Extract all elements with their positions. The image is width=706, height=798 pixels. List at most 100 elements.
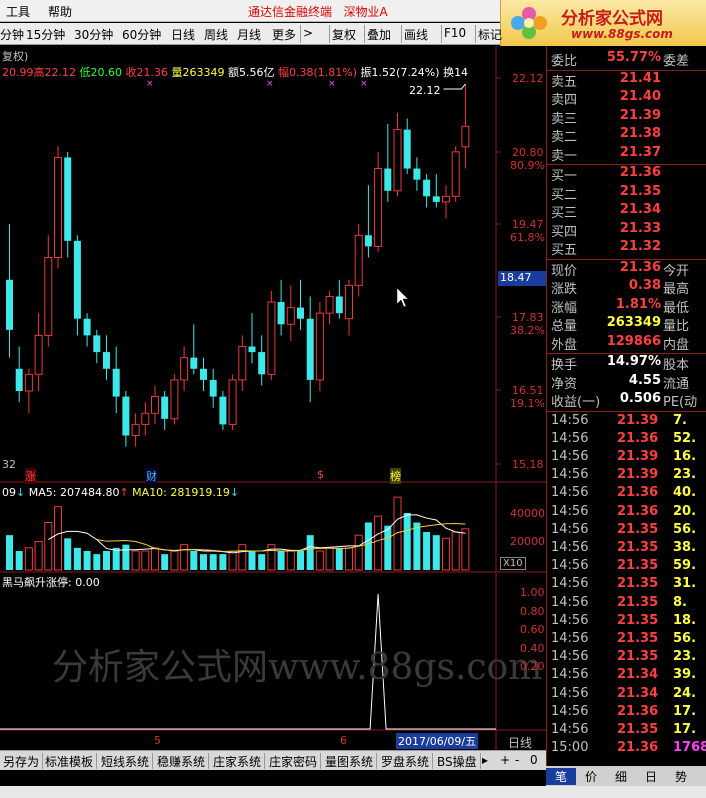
weibi-row-label: 委比 [551,54,578,69]
candle-body-up [442,195,450,203]
toolbar-separator [300,25,301,43]
template-tab[interactable]: 庄家密码 [266,753,322,769]
candle [306,296,314,403]
stat-row-value: 129866 [606,333,661,349]
candle [180,346,189,392]
tick-row: 14:56 21.39 23. [547,467,706,485]
date-axis-current: 2017/06/09/五 [396,733,479,749]
candle-body-down [423,179,431,197]
tick-row: 15:00 21.36 1768. [547,740,706,758]
template-tab[interactable]: BS操盘 [434,753,481,769]
toolbar-item[interactable]: 周线 [204,26,228,43]
candle [248,313,256,364]
candle [228,374,237,430]
ask-row-value: 21.39 [619,107,661,123]
candle-body-up [354,234,363,286]
quote-tab[interactable]: 势 [666,768,696,785]
indicator-tick: 0.60 [520,623,545,636]
toolbar-item[interactable]: 画线 [404,26,428,43]
ma5-line [48,514,466,554]
toolbar-item[interactable]: 叠加 [367,26,391,43]
marker-cai[interactable]: 财 [146,468,157,484]
zoom-control[interactable]: 0 [530,753,538,767]
indicator-tick: 0.40 [520,641,545,655]
open-value: 20.99 [2,66,34,79]
toolbar-item[interactable]: 15分钟 [26,26,65,43]
indicator-label: 黑马飙升涨停: 0.00 [2,576,100,589]
toolbar-item[interactable]: 分钟 [0,26,24,43]
zoom-control[interactable]: - [515,753,519,767]
toolbar-item[interactable]: 日线 [171,26,195,43]
volume-bar-down [190,551,198,570]
chart-area[interactable]: × × × × 复权) 20.99高22.12 低20.60 收21.36 量2633… [0,46,546,750]
toolbar-item[interactable]: 月线 [237,26,261,43]
indicator-tick: 0.80 [520,604,545,618]
ask-row-value: 21.41 [619,70,661,86]
volume-bar-down [432,535,440,570]
left-edge-label: 32 [2,458,16,471]
bid-row-value: 21.32 [619,239,661,254]
menu-tools[interactable]: 工具 [6,3,30,20]
bid-row-value: 21.36 [619,165,661,180]
tick-time: 14:56 [551,539,589,555]
period-label[interactable]: 日线 [508,734,532,751]
candle-body-down [6,279,13,330]
template-tab[interactable]: 稳赚系统 [154,753,210,769]
template-tab[interactable]: 量图系统 [322,753,378,769]
quote-tab[interactable]: 笔 [546,768,576,785]
stat-row: 现价 21.36 今开 [547,260,706,279]
marker-dollar[interactable]: $ [317,468,324,481]
tick-price: 21.39 [617,412,659,428]
stat-row-side: PE(动 [663,395,698,410]
candle [44,235,53,347]
price-tick: 20.80 [512,146,544,159]
volume-bar-down [413,522,421,570]
quote-tab[interactable]: 日 [636,768,666,785]
marker-zhang[interactable]: 涨 [25,468,36,484]
turn-label: 换 [443,66,455,79]
tick-time: 14:56 [551,594,589,610]
toolbar-item[interactable]: 30分钟 [74,26,113,43]
candle-body-up [228,379,237,425]
candle-body-up [325,295,334,314]
candle [354,224,363,297]
bid-row: 买四 21.33 [547,221,706,240]
stat-row-label: 换手 [551,358,578,373]
marker-bang[interactable]: 榜 [390,468,401,484]
menu-help[interactable]: 帮助 [48,3,72,20]
toolbar-item[interactable]: 更多 [272,26,296,43]
template-tab[interactable]: 短线系统 [98,753,154,769]
toolbar-item[interactable]: F10 [444,26,466,40]
candle-body-down [384,168,392,191]
tick-price: 21.35 [617,721,659,737]
candle-body-down [64,157,72,241]
tick-price: 21.35 [617,558,659,574]
toolbar-separator [364,25,365,43]
tab-scroll-right[interactable]: ▸ [482,753,488,767]
volume-bar-down [209,554,217,570]
quote-tab[interactable]: 细 [606,768,636,785]
candle-body-down [15,368,23,392]
candle-body-up [34,334,43,375]
quote-tab[interactable]: 价 [576,768,606,785]
toolbar-item[interactable]: > [303,26,313,40]
toolbar-item[interactable]: 标记 [478,26,502,43]
volume-bar-down [15,551,23,570]
ma10-label: MA10: [132,486,167,499]
candle-body-down [93,335,101,353]
zoom-control[interactable]: + [500,753,510,767]
volume-bar-down [6,535,13,570]
tick-row: 14:56 21.36 20. [547,504,706,522]
tick-time: 14:56 [551,521,589,537]
template-tab[interactable]: 庄家系统 [210,753,266,769]
tick-volume: 18. [673,612,697,628]
template-tab[interactable]: 标准模板 [42,753,98,769]
candle-body-up [151,396,159,414]
template-tab[interactable]: 另存为 [0,753,44,769]
toolbar-item[interactable]: 60分钟 [122,26,161,43]
tick-time: 14:56 [551,703,589,719]
candle [238,335,247,392]
template-tab[interactable]: 罗盘系统 [378,753,434,769]
toolbar-item[interactable]: 复权 [332,26,356,43]
candle-body-down [161,396,169,419]
